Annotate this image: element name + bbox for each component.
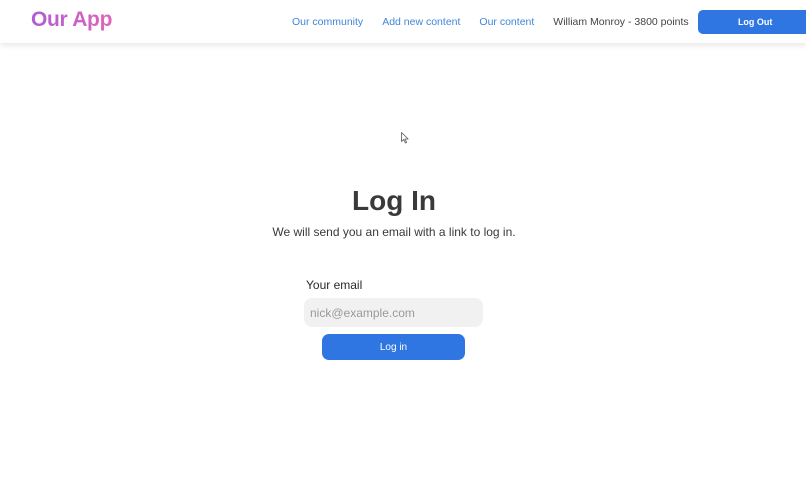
mouse-pointer-icon [401, 132, 409, 144]
page-title: Log In [352, 185, 436, 216]
nav-links: Our community Add new content Our conten… [292, 0, 806, 43]
app-logo[interactable]: Our App [31, 8, 112, 32]
page-subtitle: We will send you an email with a link to… [272, 225, 516, 239]
email-label: Your email [306, 278, 363, 292]
login-button[interactable]: Log in [322, 334, 465, 360]
top-navbar: Our App Our community Add new content Ou… [0, 0, 806, 43]
nav-link-our-community[interactable]: Our community [292, 16, 363, 28]
email-field[interactable] [304, 298, 483, 327]
nav-link-our-content[interactable]: Our content [479, 16, 534, 28]
user-points-info: William Monroy - 3800 points [553, 15, 689, 28]
nav-link-add-new-content[interactable]: Add new content [382, 16, 460, 28]
logout-button[interactable]: Log Out [697, 9, 806, 34]
